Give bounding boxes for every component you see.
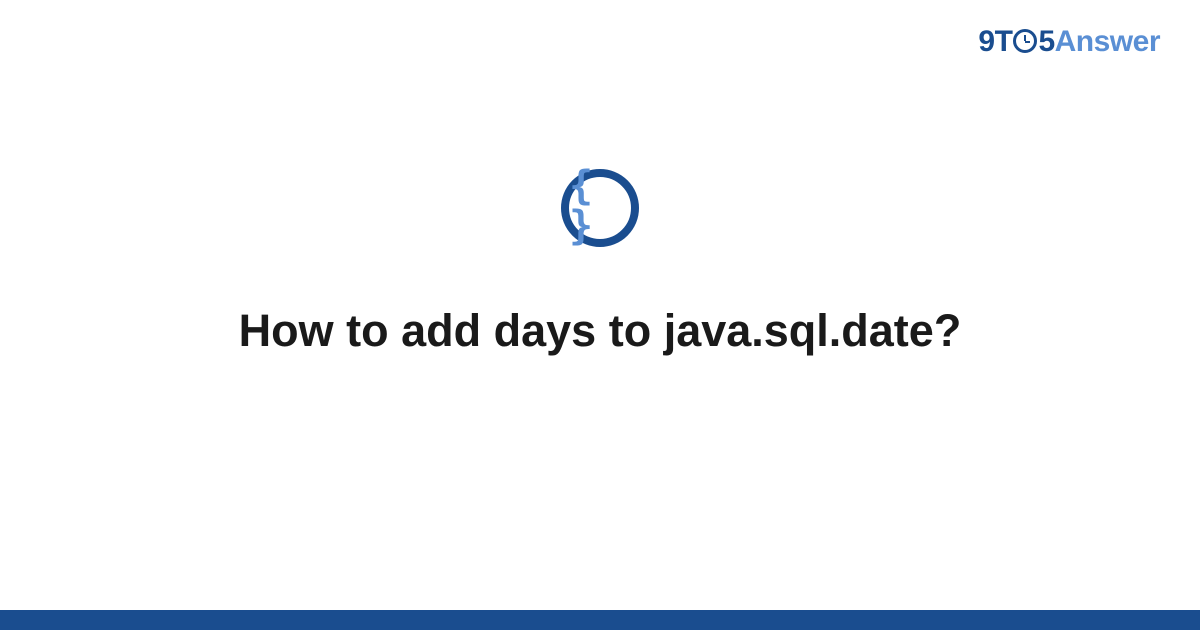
question-title: How to add days to java.sql.date? (179, 302, 1022, 361)
footer-bar (0, 610, 1200, 630)
main-content: { } How to add days to java.sql.date? (0, 0, 1200, 630)
code-braces-icon: { } (569, 166, 631, 246)
category-icon-circle: { } (561, 169, 639, 247)
